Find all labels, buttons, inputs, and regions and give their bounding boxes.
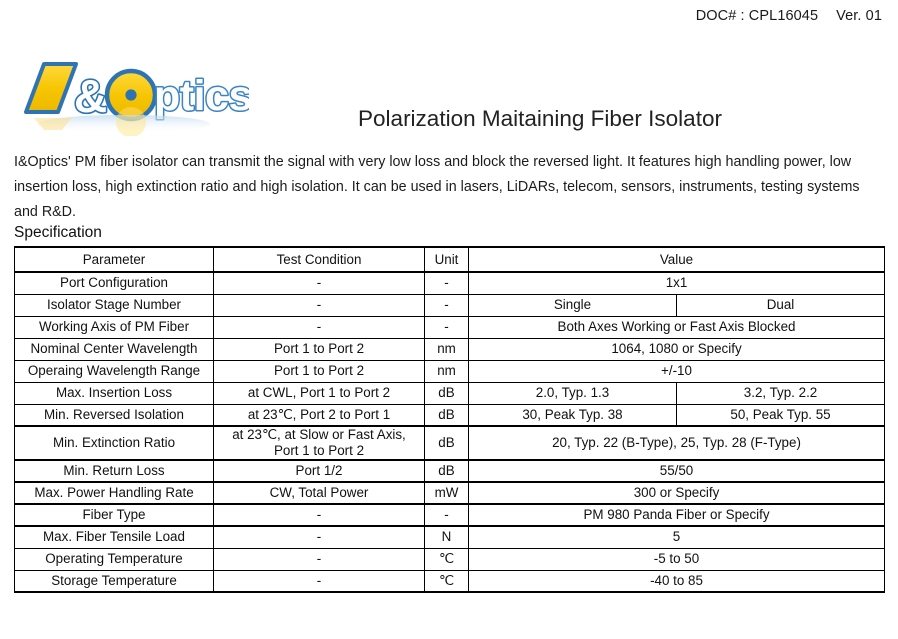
row-parameter: Max. Power Handling Rate	[14, 481, 214, 505]
row-unit: N	[424, 525, 469, 549]
row-unit: -	[424, 293, 469, 317]
product-description: I&Optics' PM fiber isolator can transmit…	[14, 154, 860, 220]
row-parameter: Port Configuration	[14, 271, 214, 295]
row-condition: -	[213, 271, 425, 295]
row-condition-line1: at 23℃, at Slow or Fast Axis,	[232, 427, 406, 442]
table-row: Working Axis of PM Fiber - - Both Axes W…	[14, 315, 886, 339]
row-condition: -	[213, 569, 425, 593]
row-unit: ℃	[424, 547, 469, 571]
row-condition: -	[213, 503, 425, 527]
row-condition: at CWL, Port 1 to Port 2	[213, 381, 425, 405]
row-condition: at 23℃, Port 2 to Port 1	[213, 403, 425, 427]
column-header-test-condition: Test Condition	[213, 246, 425, 273]
row-value: 1064, 1080 or Specify	[467, 337, 886, 361]
row-condition: Port 1 to Port 2	[213, 337, 425, 361]
document-header: DOC# : CPL16045 Ver. 01	[696, 8, 882, 24]
row-value-single: 30, Peak Typ. 38	[468, 403, 677, 427]
row-value: 5	[467, 525, 886, 549]
column-header-parameter: Parameter	[14, 246, 214, 273]
doc-number: DOC# : CPL16045	[695, 8, 819, 24]
table-row: Isolator Stage Number - - Single Dual	[14, 293, 886, 317]
row-unit: dB	[424, 403, 469, 427]
row-unit: -	[424, 503, 469, 527]
company-logo: & ptics	[14, 58, 249, 136]
row-unit: mW	[424, 481, 469, 505]
row-condition: -	[213, 525, 425, 549]
row-condition: -	[213, 293, 425, 317]
row-value: Both Axes Working or Fast Axis Blocked	[467, 315, 886, 339]
table-row: Max. Fiber Tensile Load - N 5	[14, 525, 886, 549]
specification-heading: Specification	[14, 224, 102, 241]
row-parameter: Max. Insertion Loss	[14, 381, 214, 405]
logo-letter-i	[24, 62, 78, 114]
row-value: -5 to 50	[467, 547, 886, 571]
row-parameter: Max. Fiber Tensile Load	[14, 525, 214, 549]
row-value-dual: Dual	[675, 293, 886, 317]
table-row: Fiber Type - - PM 980 Panda Fiber or Spe…	[14, 503, 886, 527]
row-parameter: Nominal Center Wavelength	[14, 337, 214, 361]
table-row: Max. Insertion Loss at CWL, Port 1 to Po…	[14, 381, 886, 405]
row-unit: -	[424, 315, 469, 339]
row-parameter: Min. Extinction Ratio	[14, 425, 214, 461]
row-value: PM 980 Panda Fiber or Specify	[467, 503, 886, 527]
row-condition: at 23℃, at Slow or Fast Axis, Port 1 to …	[213, 425, 425, 461]
logo-ampersand: &	[72, 68, 108, 123]
svg-text:&: &	[74, 70, 107, 122]
row-value: 300 or Specify	[467, 481, 886, 505]
row-unit: dB	[424, 459, 469, 483]
row-value: -40 to 85	[467, 569, 886, 593]
svg-text:ptics: ptics	[154, 72, 249, 120]
row-parameter: Min. Return Loss	[14, 459, 214, 483]
logo-word-ptics: ptics	[153, 71, 250, 122]
row-value-dual: 50, Peak Typ. 55	[675, 403, 886, 427]
table-row: Port Configuration - - 1x1	[14, 271, 886, 295]
row-unit: nm	[424, 359, 469, 383]
specification-table-wrapper: Parameter Test Condition Unit Value Port…	[14, 246, 886, 593]
row-parameter: Min. Reversed Isolation	[14, 403, 214, 427]
row-value: 55/50	[467, 459, 886, 483]
table-row: Min. Reversed Isolation at 23℃, Port 2 t…	[14, 403, 886, 427]
table-row: Storage Temperature - ℃ -40 to 85	[14, 569, 886, 593]
table-header-row: Parameter Test Condition Unit Value	[14, 246, 886, 273]
row-unit: -	[424, 271, 469, 295]
specification-table: Parameter Test Condition Unit Value Port…	[14, 246, 886, 593]
row-value: 1x1	[467, 271, 886, 295]
row-parameter: Fiber Type	[14, 503, 214, 527]
page-title: Polarization Maitaining Fiber Isolator	[358, 106, 722, 131]
table-row: Min. Extinction Ratio at 23℃, at Slow or…	[14, 425, 886, 461]
column-header-unit: Unit	[424, 246, 469, 273]
row-condition: CW, Total Power	[213, 481, 425, 505]
doc-version: Ver. 01	[836, 8, 882, 24]
table-row: Nominal Center Wavelength Port 1 to Port…	[14, 337, 886, 361]
table-row: Operaing Wavelength Range Port 1 to Port…	[14, 359, 886, 383]
table-row: Operating Temperature - ℃ -5 to 50	[14, 547, 886, 571]
table-row: Min. Return Loss Port 1/2 dB 55/50	[14, 459, 886, 483]
table-row: Max. Power Handling Rate CW, Total Power…	[14, 481, 886, 505]
row-condition-line2: Port 1 to Port 2	[273, 443, 365, 458]
row-unit: ℃	[424, 569, 469, 593]
row-condition: -	[213, 315, 425, 339]
row-value: +/-10	[467, 359, 886, 383]
row-condition: Port 1 to Port 2	[213, 359, 425, 383]
row-value-dual: 3.2, Typ. 2.2	[675, 381, 886, 405]
row-parameter: Storage Temperature	[14, 569, 214, 593]
row-value-single: Single	[468, 293, 677, 317]
row-parameter: Operaing Wavelength Range	[14, 359, 214, 383]
row-parameter: Working Axis of PM Fiber	[14, 315, 214, 339]
row-condition: Port 1/2	[213, 459, 425, 483]
row-condition: -	[213, 547, 425, 571]
row-parameter: Isolator Stage Number	[14, 293, 214, 317]
row-unit: dB	[424, 381, 469, 405]
row-value-single: 2.0, Typ. 1.3	[468, 381, 677, 405]
row-parameter: Operating Temperature	[14, 547, 214, 571]
row-value: 20, Typ. 22 (B-Type), 25, Typ. 28 (F-Typ…	[467, 425, 886, 461]
row-unit: nm	[424, 337, 469, 361]
row-unit: dB	[424, 425, 469, 461]
column-header-value: Value	[467, 246, 886, 273]
